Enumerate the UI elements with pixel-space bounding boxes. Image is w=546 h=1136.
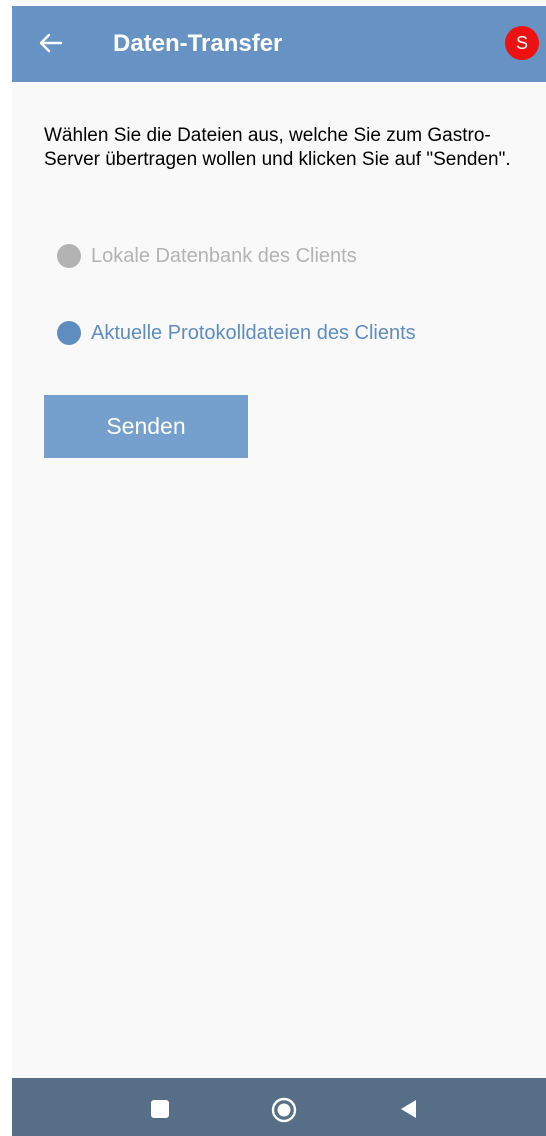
app-bar: Daten-Transfer S	[12, 6, 546, 82]
screen: Daten-Transfer S Wählen Sie die Dateien …	[0, 0, 546, 1136]
arrow-left-icon	[39, 33, 63, 53]
page-title: Daten-Transfer	[113, 30, 283, 57]
radio-dot-icon	[57, 321, 81, 345]
option-label: Aktuelle Protokolldateien des Clients	[91, 322, 416, 344]
back-button[interactable]	[36, 28, 66, 58]
square-icon[interactable]	[151, 1100, 169, 1118]
instructions-text: Wählen Sie die Dateien aus, welche Sie z…	[44, 125, 511, 170]
system-nav-bar	[12, 1078, 546, 1136]
option-protocol-files[interactable]: Aktuelle Protokolldateien des Clients	[57, 320, 416, 346]
send-button[interactable]: Senden	[44, 395, 248, 458]
circle-home-icon[interactable]	[271, 1097, 297, 1123]
option-label: Lokale Datenbank des Clients	[91, 245, 357, 267]
triangle-back-icon[interactable]	[399, 1099, 419, 1119]
radio-dot-icon	[57, 244, 81, 268]
option-local-database[interactable]: Lokale Datenbank des Clients	[57, 243, 357, 269]
avatar[interactable]: S	[505, 26, 539, 60]
